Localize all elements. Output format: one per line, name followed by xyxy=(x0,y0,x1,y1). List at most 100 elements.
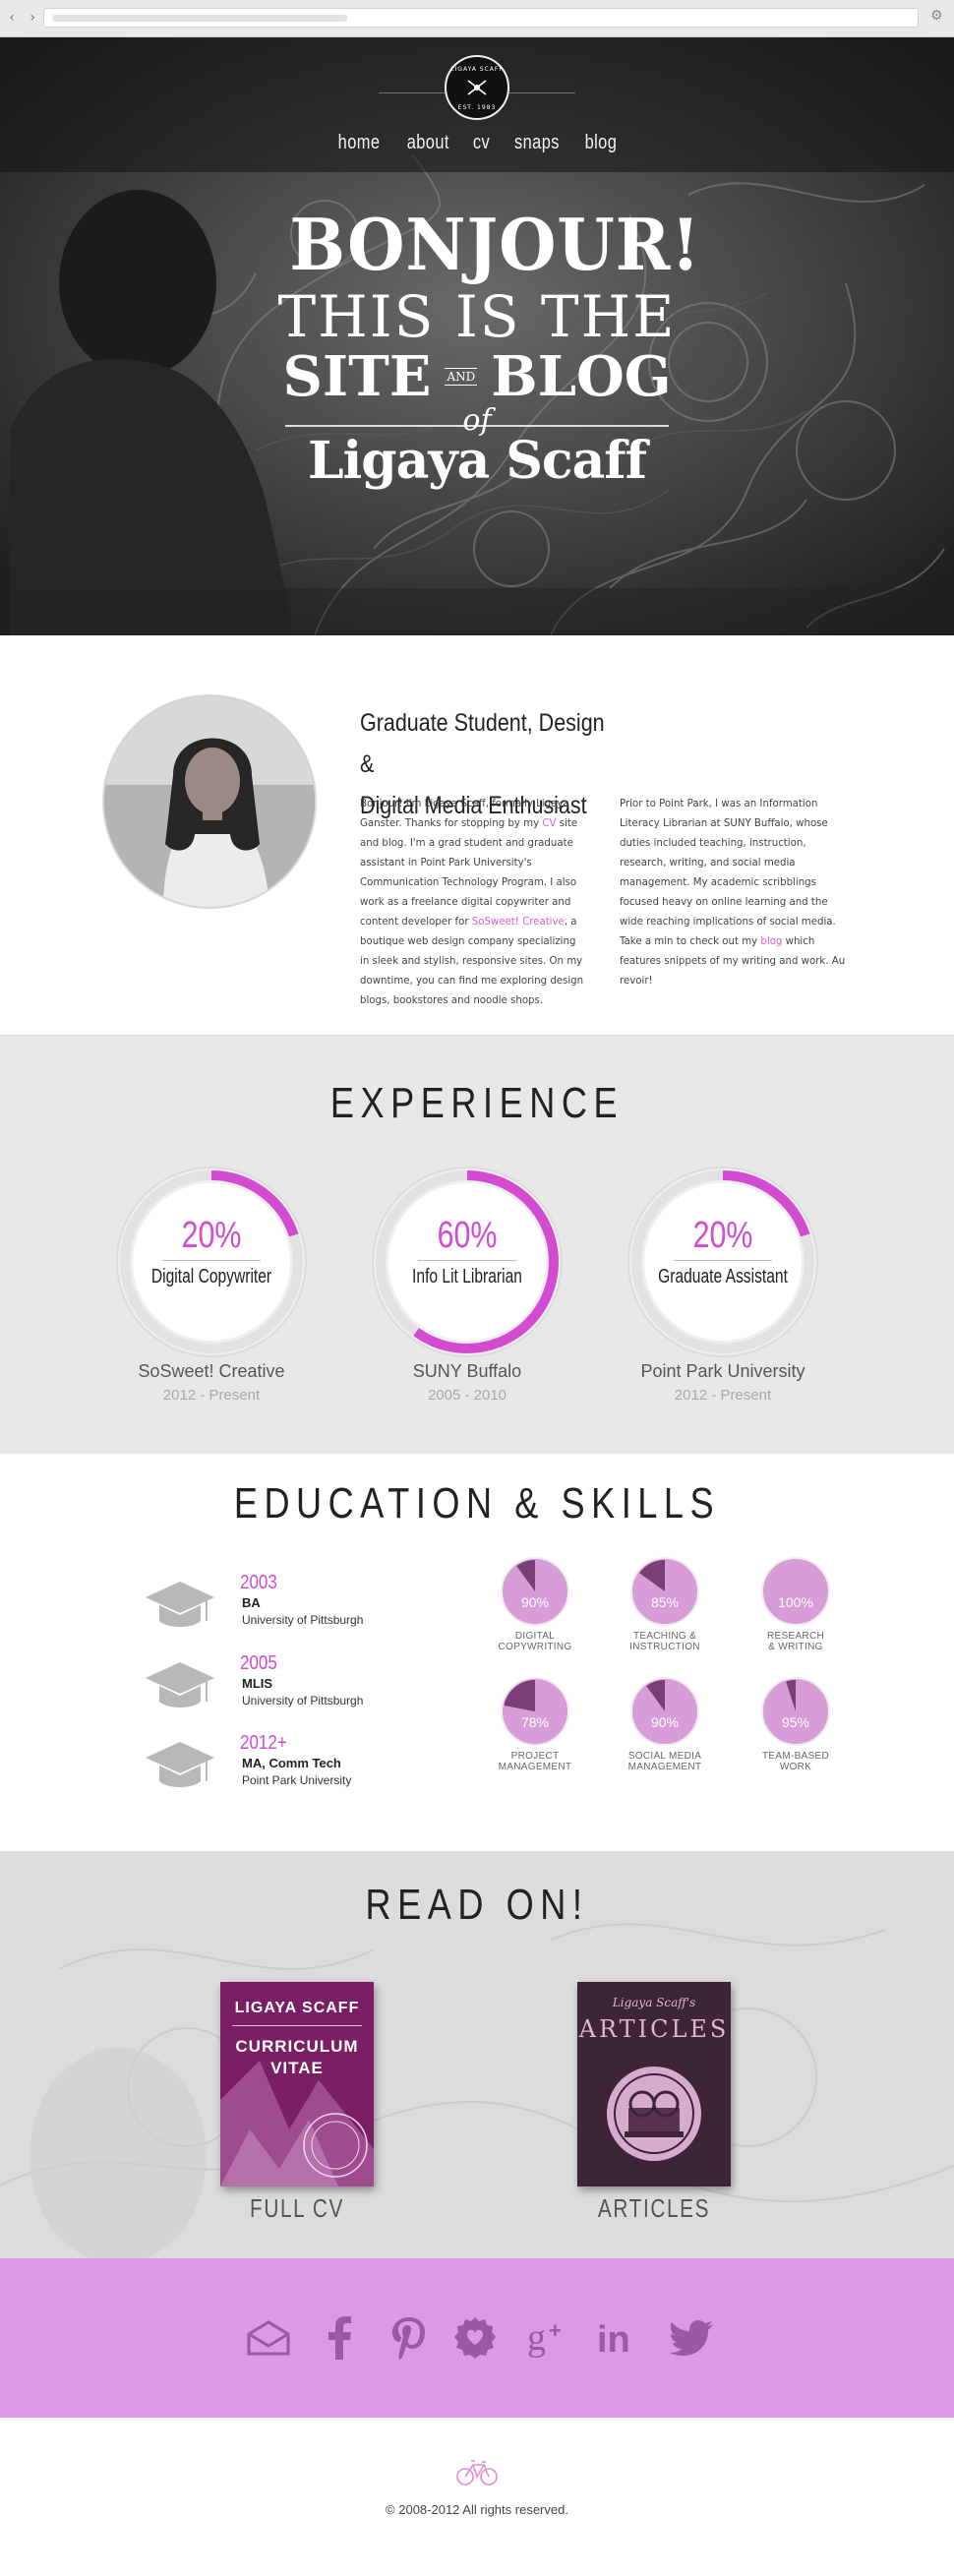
hero-name: Ligaya Scaff xyxy=(307,431,647,491)
skill-percent: 95% xyxy=(781,1714,810,1730)
footer: © 2008-2012 All rights reserved. xyxy=(0,2418,954,2576)
skill-pie: 95% xyxy=(761,1677,830,1746)
articles-book-title: ARTICLES xyxy=(578,2015,730,2043)
skill-label-line: COPYWRITING xyxy=(498,1642,572,1652)
address-bar-placeholder xyxy=(52,15,347,22)
svg-text:+: + xyxy=(549,2318,562,2343)
skill-label: DIGITAL COPYWRITING xyxy=(476,1631,594,1652)
skill-percent: 100% xyxy=(778,1594,813,1610)
skill-label-line: MANAGEMENT xyxy=(627,1762,702,1772)
svg-text:g: g xyxy=(527,2318,546,2358)
experience-company: SUNY Buffalo xyxy=(412,1361,522,1381)
logo-top-text: LIGAYA SCAFF xyxy=(450,66,504,73)
articles-link[interactable]: ARTICLES xyxy=(575,2193,733,2224)
gauge-role: Digital Copywriter xyxy=(150,1266,272,1288)
skill-label-line: TEACHING & xyxy=(632,1631,697,1642)
address-bar[interactable] xyxy=(43,8,919,28)
gauge-role: Info Lit Librarian xyxy=(412,1266,522,1288)
skill-percent: 85% xyxy=(650,1594,680,1610)
linkedin-icon[interactable]: in xyxy=(594,2313,643,2363)
skill-pie-chart xyxy=(501,1557,569,1626)
google-plus-icon[interactable]: g + xyxy=(525,2313,574,2363)
skill-pie-chart xyxy=(630,1557,699,1626)
gauge-role: Graduate Assistant xyxy=(658,1266,788,1288)
degree-school: University of Pittsburgh xyxy=(242,1694,364,1707)
profile-photo xyxy=(102,694,317,909)
back-forward-icon[interactable]: ‹ › xyxy=(8,10,38,26)
cv-book-author: LIGAYA SCAFF xyxy=(234,2000,360,2016)
skill-label-line: RESEARCH xyxy=(767,1631,824,1642)
degree-year: 2005 xyxy=(240,1652,277,1674)
experience-dates: 2012 - Present xyxy=(162,1387,261,1404)
cv-book-title-2: VITAE xyxy=(270,2059,324,2077)
experience-dates: 2005 - 2010 xyxy=(427,1387,507,1404)
facebook-icon[interactable] xyxy=(315,2313,364,2363)
cv-link[interactable]: CV xyxy=(542,818,556,829)
gauge-percent: 60% xyxy=(437,1215,498,1256)
divider xyxy=(674,1260,772,1261)
skill-pie-chart xyxy=(501,1677,569,1746)
svg-text:in: in xyxy=(597,2319,630,2358)
graduation-cap-icon xyxy=(144,1738,216,1797)
degree-name: MLIS xyxy=(242,1676,273,1691)
skill-pie-filled xyxy=(761,1557,830,1626)
hero-site-and-blog: SITE AND BLOG xyxy=(275,344,679,409)
degree-school: University of Pittsburgh xyxy=(242,1613,364,1627)
skill-label: RESEARCH & WRITING xyxy=(737,1631,855,1652)
about-section: Graduate Student, Design & Digital Media… xyxy=(0,635,954,1035)
gauge-percent: 20% xyxy=(181,1215,242,1256)
read-on-section: READ ON! LIGAYA SCAFF CURRICULUM VITAE F… xyxy=(0,1851,954,2258)
bicycle-icon xyxy=(456,2460,498,2486)
about-text: , a boutique web design company speciali… xyxy=(360,917,584,1006)
nav-blog[interactable]: blog xyxy=(585,132,618,157)
mail-icon[interactable] xyxy=(244,2313,293,2363)
experience-company: Point Park University xyxy=(640,1361,805,1381)
skill-percent: 90% xyxy=(650,1714,680,1730)
experience-gauge: 20% Digital Copywriter xyxy=(113,1164,310,1360)
gauge-ring xyxy=(372,1167,563,1357)
cv-book[interactable]: LIGAYA SCAFF CURRICULUM VITAE xyxy=(220,1982,374,2187)
skill-label-line: DIGITAL xyxy=(514,1631,556,1642)
skill-pie: 90% xyxy=(630,1677,699,1746)
full-cv-link[interactable]: FULL CV xyxy=(218,2193,376,2224)
about-paragraph-2: Prior to Point Park, I was an Informatio… xyxy=(620,795,846,991)
logo-bottom-text: EST. 1983 xyxy=(457,104,497,111)
skill-label-line: MANAGEMENT xyxy=(498,1762,572,1772)
gauge-face xyxy=(644,1183,802,1341)
dribbble-icon[interactable] xyxy=(450,2313,500,2363)
skill-pie: 100% xyxy=(761,1557,830,1626)
read-on-title: READ ON! xyxy=(365,1881,589,1929)
cv-book-title-1: CURRICULUM xyxy=(235,2037,359,2056)
degree-name: BA xyxy=(242,1595,261,1610)
hero-section: LIGAYA SCAFF EST. 1983 home about cv sna… xyxy=(0,37,954,635)
hero-site: SITE xyxy=(282,344,432,409)
site-logo[interactable]: LIGAYA SCAFF EST. 1983 xyxy=(445,55,509,120)
skill-label-line: TEAM-BASED xyxy=(761,1751,829,1762)
blog-link[interactable]: blog xyxy=(760,936,782,947)
nav-cv[interactable]: cv xyxy=(473,132,490,157)
gear-icon[interactable]: ⚙ xyxy=(930,8,943,24)
articles-book[interactable]: Ligaya Scaff's ARTICLES xyxy=(577,1982,731,2187)
nav-about[interactable]: about xyxy=(406,132,448,157)
gauge-percent: 20% xyxy=(692,1215,753,1256)
divider xyxy=(418,1260,516,1261)
skill-label-line: INSTRUCTION xyxy=(629,1642,700,1652)
hero-this-is-the: THIS IS THE xyxy=(277,283,677,350)
experience-section: EXPERIENCE 20% Digital Copywriter SoSweet!… xyxy=(0,1035,954,1454)
sosweet-link[interactable]: SoSweet! Creative xyxy=(472,917,565,928)
nav-snaps[interactable]: snaps xyxy=(514,132,560,157)
experience-company: SoSweet! Creative xyxy=(138,1361,285,1381)
about-paragraph-1: Bonjour! I'm Ligaya Scaff, formally Liga… xyxy=(360,795,586,1011)
divider xyxy=(162,1260,261,1261)
education-title: EDUCATION & SKILLS xyxy=(233,1479,721,1528)
twitter-icon[interactable] xyxy=(667,2313,716,2363)
about-text: site and blog. I'm a grad student and gr… xyxy=(360,818,578,928)
degree-year: 2003 xyxy=(240,1572,277,1593)
pinterest-icon[interactable] xyxy=(385,2313,434,2363)
nav-home[interactable]: home xyxy=(338,132,381,157)
skill-pie: 90% xyxy=(501,1557,569,1626)
graduation-cap-icon xyxy=(144,1658,216,1717)
main-nav: home about cv snaps blog xyxy=(325,132,629,157)
gauge-ring xyxy=(627,1167,818,1357)
degree-school: Point Park University xyxy=(242,1773,352,1787)
